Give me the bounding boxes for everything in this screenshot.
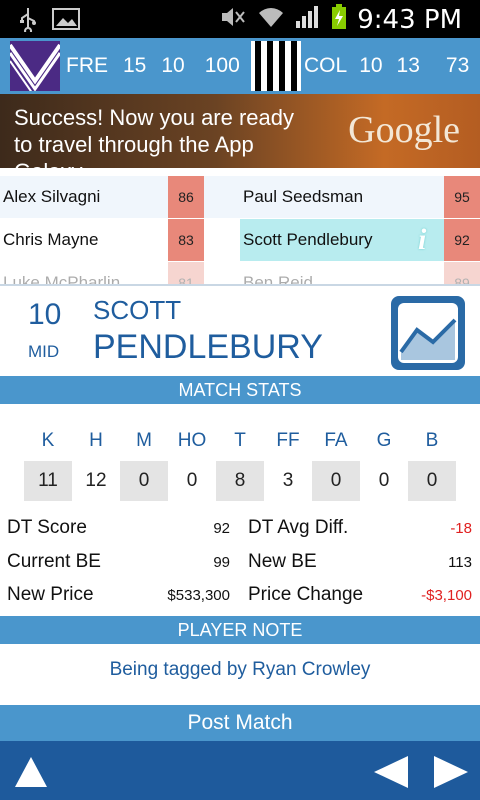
stat-header: HO [177,430,207,451]
app-screen: 9:43 PM FRE 15 10 100 COL 10 13 73 Succe… [0,0,480,800]
player-note-text: Being tagged by Ryan Crowley [0,644,480,704]
dt-score-label: DT Score [7,517,87,538]
away-team-code: COL [304,54,348,77]
wifi-icon [257,5,285,34]
dt-avg-diff-label: DT Avg Diff. [248,517,349,538]
battery-charging-icon [331,4,347,35]
dt-avg-diff-value: -18 [450,520,472,537]
stat-value: 8 [216,461,264,501]
post-match-button[interactable]: Post Match [0,705,480,741]
signal-icon [295,5,321,34]
collingwood-logo [251,41,301,91]
stat-header: B [425,430,439,451]
new-be-label: New BE [248,551,317,572]
player-name: Luke McPharlin [3,273,121,284]
home-goals: 15 [123,54,147,77]
player-name: Chris Mayne [3,230,99,249]
new-be-value: 113 [448,554,472,571]
price-change-label: Price Change [248,584,364,605]
player-name: Alex Silvagni [3,187,101,206]
away-behinds: 13 [396,54,420,77]
list-item[interactable]: Luke McPharlin 81 [0,262,240,284]
next-button[interactable] [426,741,476,800]
stat-header: H [89,430,103,451]
player-position: MID [28,342,60,361]
usb-icon [18,6,38,37]
player-last-name: PENDLEBURY [93,328,323,366]
player-name: Paul Seedsman [243,187,364,206]
home-total: 100 [204,54,240,77]
arrow-up-icon [15,757,47,787]
scroll-up-button[interactable] [8,741,58,800]
image-icon [52,8,80,35]
stat-header: K [41,430,55,451]
status-bar: 9:43 PM [0,0,480,38]
player-first-name: SCOTT [93,295,182,325]
chart-icon[interactable] [391,296,465,370]
away-goals: 10 [359,54,383,77]
stat-header: FF [276,430,300,451]
player-score: 92 [444,219,480,261]
dt-score-value: 92 [213,520,230,537]
player-score: 81 [168,262,204,284]
bottom-nav [0,741,480,800]
player-details: DT Score 92 DT Avg Diff. -18 Current BE … [0,512,480,616]
stat-header: T [234,430,246,451]
list-item[interactable]: Chris Mayne 83 [0,219,240,261]
new-price-value: $533,300 [167,587,230,604]
ad-text: Success! Now you are ready to travel thr… [14,105,295,168]
away-total: 73 [445,54,470,77]
info-icon[interactable]: i [418,223,426,257]
player-score: 95 [444,176,480,218]
stat-header: G [376,430,392,451]
current-be-value: 99 [213,554,230,571]
fremantle-logo [10,41,60,91]
match-stats-header: MATCH STATS [0,376,480,404]
list-item[interactable]: Alex Silvagni 86 [0,176,240,218]
arrow-right-icon [434,756,468,788]
player-number: 10 [28,298,62,331]
clock: 9:43 PM [357,4,462,35]
stat-header: M [136,430,152,451]
stat-value: 12 [85,470,107,491]
ad-banner[interactable]: Success! Now you are ready to travel thr… [0,94,480,168]
match-stats-grid: K H M HO T FF FA G B 11 12 0 0 8 3 0 0 0 [0,404,480,512]
home-team-score: FRE 15 10 100 [66,38,240,94]
list-item-selected[interactable]: Scott Pendlebury i 92 [240,219,480,261]
stat-value: 0 [312,461,360,501]
player-header: 10 MID SCOTT PENDLEBURY [0,284,480,376]
previous-button[interactable] [366,741,416,800]
stat-value: 3 [282,470,294,491]
stat-value: 0 [120,461,168,501]
current-be-label: Current BE [7,551,101,572]
list-item[interactable]: Ben Reid 89 [240,262,480,284]
player-note-header: PLAYER NOTE [0,616,480,644]
stat-value: 0 [186,470,198,491]
ad-brand-logo: Google [348,109,460,151]
stat-value: 11 [24,461,72,501]
player-list[interactable]: Alex Silvagni 86 Chris Mayne 83 Luke McP… [0,168,480,284]
away-team-score: COL 10 13 73 [304,38,469,94]
player-score: 86 [168,176,204,218]
score-bar: FRE 15 10 100 COL 10 13 73 [0,38,480,94]
price-change-value: -$3,100 [421,587,472,604]
mute-icon [219,5,247,34]
player-name: Scott Pendlebury [243,230,373,249]
list-item[interactable]: Paul Seedsman 95 [240,176,480,218]
arrow-left-icon [374,756,408,788]
stat-value: 0 [378,470,390,491]
stat-value: 0 [408,461,456,501]
new-price-label: New Price [7,584,94,605]
home-behinds: 10 [161,54,185,77]
home-team-code: FRE [66,54,108,77]
player-score: 89 [444,262,480,284]
player-name: Ben Reid [243,273,313,284]
stat-header: FA [324,430,348,451]
player-score: 83 [168,219,204,261]
